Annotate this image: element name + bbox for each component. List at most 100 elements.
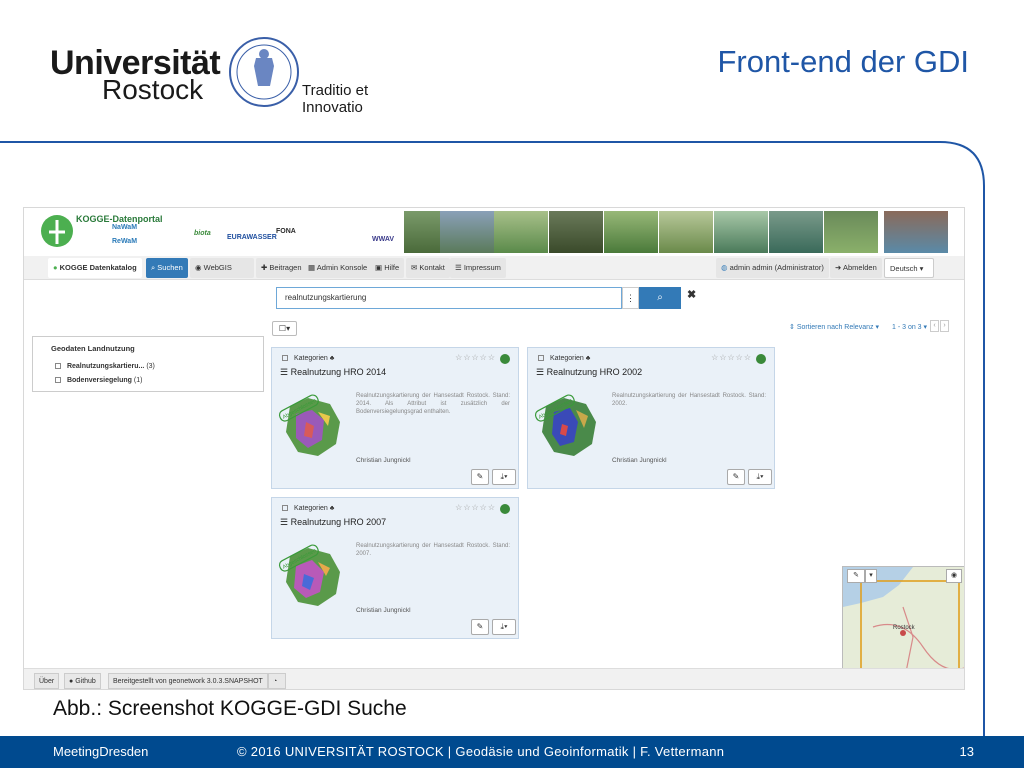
sort-dropdown[interactable]: ⇕ Sortieren nach Relevanz ▾ xyxy=(789,323,879,331)
checkbox[interactable] xyxy=(55,377,61,384)
rating-stars-icon[interactable]: ☆☆☆☆☆ xyxy=(711,353,752,362)
nav-admin-konsole[interactable]: ▦ Admin Konsole xyxy=(303,258,373,278)
logout-icon: ➜ xyxy=(835,263,842,272)
globe-icon xyxy=(500,504,510,514)
checkbox[interactable] xyxy=(55,363,61,370)
download-button[interactable]: ⤓▾ xyxy=(492,619,516,635)
search-options-button[interactable]: ⋮ xyxy=(622,287,639,309)
nav-suchen[interactable]: ⌕ Suchen xyxy=(146,258,188,278)
checkbox-icon: ☐▾ xyxy=(278,324,291,333)
database-icon: ☰ xyxy=(280,367,289,377)
github-icon: ● xyxy=(69,678,74,685)
pencil-icon: ✎ xyxy=(476,472,484,481)
globe-icon: ◉ xyxy=(950,572,958,579)
motto: Traditio et Innovatio xyxy=(302,82,369,116)
card-category[interactable]: Kategorien ♣ xyxy=(282,355,334,362)
nav-hilfe[interactable]: ▣ Hilfe xyxy=(370,258,405,278)
card-title[interactable]: ☰ Realnutzung HRO 2007 xyxy=(280,517,386,528)
map-globe-button[interactable]: ◉ xyxy=(946,569,962,583)
nav-kontakt-label: Kontakt xyxy=(419,263,445,272)
facet-panel: Geodaten Landnutzung Realnutzungskartier… xyxy=(32,336,264,392)
nav-brand-datenkatalog[interactable]: ● KOGGE Datenkatalog xyxy=(48,258,142,278)
prev-page-button[interactable]: ‹ xyxy=(930,320,939,332)
rating-stars-icon[interactable]: ☆☆☆☆☆ xyxy=(455,503,496,512)
nav-webgis[interactable]: ◉ WebGIS xyxy=(190,258,254,278)
card-category[interactable]: Kategorien ♣ xyxy=(282,505,334,512)
university-seal-icon xyxy=(229,37,299,107)
search-button[interactable]: ⌕ xyxy=(639,287,681,309)
card-title[interactable]: ☰ Realnutzung HRO 2014 xyxy=(280,367,386,378)
language-select-value: Deutsch xyxy=(890,264,918,273)
card-title[interactable]: ☰ Realnutzung HRO 2002 xyxy=(536,367,642,378)
grid-icon: ▦ xyxy=(308,263,316,272)
university-city: Rostock xyxy=(102,74,204,105)
footer-provided-by[interactable]: Bereitgestellt von geonetwork 3.0.3.SNAP… xyxy=(108,673,268,689)
clear-search-button[interactable]: ✖ xyxy=(687,288,696,301)
caret-down-icon: ▾ xyxy=(923,324,928,331)
card-category[interactable]: Kategorien ♣ xyxy=(538,355,590,362)
banner-photo xyxy=(884,211,948,253)
nav-user-label: admin admin (Administrator) xyxy=(729,263,824,272)
footer-github[interactable]: ● Github xyxy=(64,673,101,689)
map-thumbnail: Abgeschlossen xyxy=(278,394,340,456)
checkbox[interactable] xyxy=(538,355,544,362)
database-icon: ☰ xyxy=(280,517,289,527)
rss-button[interactable]: ◔ xyxy=(268,673,286,689)
banner-photo xyxy=(440,211,494,253)
banner-photo xyxy=(604,211,658,253)
nav-impressum-label: Impressum xyxy=(463,263,501,272)
language-select[interactable]: Deutsch ▾ xyxy=(884,258,934,278)
sort-icon: ⇕ xyxy=(789,324,795,331)
next-page-button[interactable]: › xyxy=(940,320,949,332)
result-card[interactable]: Kategorien ♣ ☆☆☆☆☆ ☰ Realnutzung HRO 200… xyxy=(527,347,775,489)
edit-button[interactable]: ✎ xyxy=(471,619,489,635)
facet-title: Geodaten Landnutzung xyxy=(51,344,135,353)
rating-stars-icon[interactable]: ☆☆☆☆☆ xyxy=(455,353,496,362)
pencil-icon: ✎ xyxy=(476,622,484,631)
download-button[interactable]: ⤓▾ xyxy=(748,469,772,485)
partner-eurawasser: EURAWASSER xyxy=(227,234,277,241)
close-icon: ✖ xyxy=(687,289,697,301)
checkbox[interactable] xyxy=(282,355,288,362)
database-icon: ☰ xyxy=(536,367,545,377)
slide-footer-bar: MeetingDresden © 2016 UNIVERSITÄT ROSTOC… xyxy=(0,736,1024,768)
university-logo: Universität Rostock Traditio et Innovati… xyxy=(50,37,430,116)
edit-button[interactable]: ✎ xyxy=(727,469,745,485)
facet-item-label: Realnutzungskartieru... xyxy=(66,363,145,370)
footer-copyright: © 2016 UNIVERSITÄT ROSTOCK | Geodäsie un… xyxy=(237,744,725,759)
download-button[interactable]: ⤓▾ xyxy=(492,469,516,485)
category-label: Kategorien xyxy=(293,355,328,362)
footer-ueber[interactable]: Über xyxy=(34,673,60,689)
nav-impressum[interactable]: ☰ Impressum xyxy=(450,258,506,278)
card-title-label: Realnutzung HRO 2002 xyxy=(546,367,643,377)
card-description: Realnutzungskartierung der Hansestadt Ro… xyxy=(356,543,510,557)
select-all-toggle[interactable]: ☐▾ xyxy=(272,321,297,336)
search-input[interactable]: realnutzungskartierung xyxy=(276,287,622,309)
globe-icon xyxy=(500,354,510,364)
page-number: 13 xyxy=(959,744,974,759)
map-draw-button[interactable]: ✎ xyxy=(847,569,865,583)
nav-kontakt[interactable]: ✉ Kontakt xyxy=(406,258,450,278)
nav-webgis-label: WebGIS xyxy=(203,263,232,272)
result-card[interactable]: Kategorien ♣ ☆☆☆☆☆ ☰ Realnutzung HRO 201… xyxy=(271,347,519,489)
edit-button[interactable]: ✎ xyxy=(471,469,489,485)
facet-item[interactable]: Realnutzungskartieru... (3) xyxy=(55,363,155,370)
partner-wwav: WWAV xyxy=(372,236,395,243)
portal-title: KOGGE-Datenportal xyxy=(76,214,163,224)
facet-item[interactable]: Bodenversiegelung (1) xyxy=(55,377,142,384)
result-card[interactable]: Kategorien ♣ ☆☆☆☆☆ ☰ Realnutzung HRO 200… xyxy=(271,497,519,639)
nav-hilfe-label: Hilfe xyxy=(384,263,400,272)
checkbox[interactable] xyxy=(282,505,288,512)
card-author: Christian Jungnickl xyxy=(356,607,411,614)
tree-icon: ♣ xyxy=(329,505,335,512)
slide-title: Front-end der GDI xyxy=(717,44,969,79)
tree-icon: ♣ xyxy=(585,355,591,362)
download-icon: ⤓▾ xyxy=(756,472,764,481)
nav-beitragen[interactable]: ✚ Beitragen xyxy=(256,258,307,278)
figure-caption: Abb.: Screenshot KOGGE-GDI Suche xyxy=(53,697,407,720)
nav-abmelden[interactable]: ➜ Abmelden xyxy=(830,258,882,278)
banner-photo xyxy=(549,211,603,253)
nav-user-account[interactable]: ◍ admin admin (Administrator) xyxy=(716,258,829,278)
paging-dropdown[interactable]: 1 - 3 on 3 ▾ xyxy=(892,323,927,331)
map-draw-dropdown[interactable]: ▾ xyxy=(865,569,877,583)
